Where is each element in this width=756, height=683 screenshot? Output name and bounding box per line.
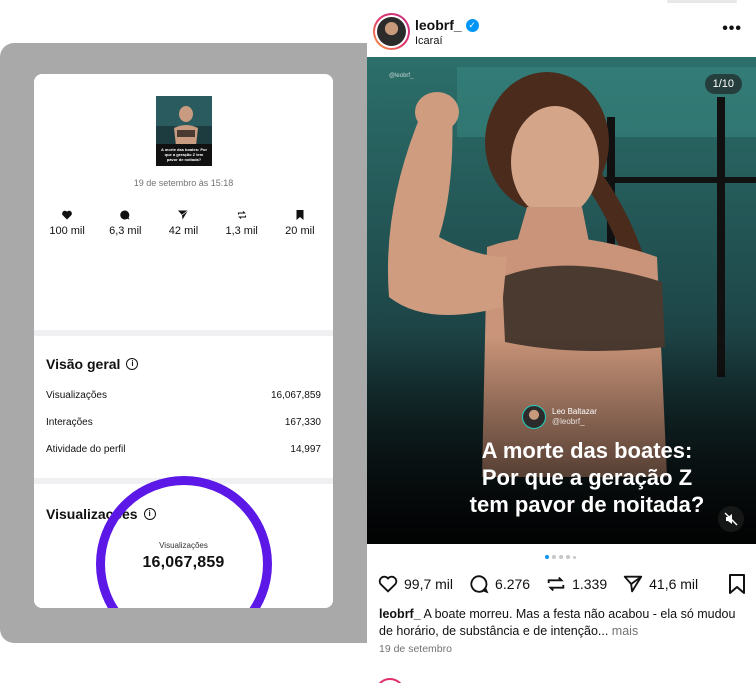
heart-icon bbox=[378, 575, 398, 593]
next-post-avatar[interactable] bbox=[375, 678, 405, 683]
heart-icon bbox=[62, 210, 72, 220]
overview-card: Visão geral i Visualizações 16,067,859 I… bbox=[34, 336, 333, 478]
stat-reposts: 1,3 mil bbox=[213, 209, 271, 237]
creator-avatar bbox=[522, 405, 546, 429]
avatar[interactable] bbox=[373, 13, 410, 50]
stat-reposts-value: 1,3 mil bbox=[225, 225, 258, 237]
carousel-dot bbox=[559, 555, 563, 559]
verified-badge-icon: ✓ bbox=[465, 18, 479, 32]
stat-saves: 20 mil bbox=[271, 209, 329, 237]
carousel-dot bbox=[573, 555, 576, 559]
creator-handle: @leobrf_ bbox=[552, 417, 585, 426]
speaker-muted-icon bbox=[724, 512, 738, 526]
like-count: 99,7 mil bbox=[404, 576, 454, 592]
action-bar: 99,7 mil 6.276 1.339 41,6 mil bbox=[377, 571, 747, 597]
headline-line: A morte das boates: bbox=[481, 438, 693, 463]
post-summary-card: A morte das boates: Por que a geração Z … bbox=[34, 74, 333, 330]
mute-button[interactable] bbox=[718, 506, 744, 532]
donut-label: Visualizações bbox=[159, 541, 208, 550]
username[interactable]: leobrf_ ✓ bbox=[415, 17, 479, 33]
repost-button[interactable]: 1.339 bbox=[545, 573, 607, 595]
bookmark-icon bbox=[296, 210, 304, 220]
overview-row-value: 16,067,859 bbox=[270, 390, 321, 401]
post-location[interactable]: Icaraí bbox=[415, 35, 443, 47]
stat-shares-value: 42 mil bbox=[168, 225, 199, 237]
insights-panel[interactable]: A morte das boates: Por que a geração Z … bbox=[34, 74, 333, 608]
thumbnail-caption: A morte das boates: Por que a geração Z … bbox=[160, 147, 208, 162]
post-date: 19 de setembro bbox=[379, 643, 452, 655]
overview-row-profile-activity[interactable]: Atividade do perfil 14,997 bbox=[46, 444, 321, 455]
headline-line: tem pavor de noitada? bbox=[469, 492, 705, 517]
overview-row-value: 14,997 bbox=[290, 444, 321, 455]
username-text: leobrf_ bbox=[415, 17, 462, 33]
save-button[interactable] bbox=[727, 573, 747, 600]
creator-tag[interactable]: Leo Baltazar @leobrf_ bbox=[522, 405, 597, 429]
like-button[interactable]: 99,7 mil bbox=[377, 573, 453, 595]
overview-title-text: Visão geral bbox=[46, 356, 121, 372]
watermark-left: @leobrf_ bbox=[389, 73, 414, 79]
repost-count: 1.339 bbox=[572, 576, 608, 592]
send-icon bbox=[623, 575, 643, 593]
donut-value: 16,067,859 bbox=[142, 554, 225, 571]
engagement-stats: 100 mil 6,3 mil 42 mil 1,3 mil 20 mil bbox=[34, 209, 333, 237]
share-button[interactable]: 41,6 mil bbox=[622, 573, 698, 595]
caption-more-link[interactable]: mais bbox=[608, 624, 638, 638]
carousel-dots bbox=[545, 555, 576, 559]
creator-name: Leo Baltazar bbox=[552, 407, 597, 416]
overview-row-interactions[interactable]: Interações 167,330 bbox=[46, 417, 321, 428]
overview-row-label: Atividade do perfil bbox=[46, 444, 126, 455]
post-thumbnail[interactable]: A morte das boates: Por que a geração Z … bbox=[156, 96, 212, 166]
comment-count: 6.276 bbox=[495, 576, 531, 592]
overview-row-label: Interações bbox=[46, 417, 93, 428]
carousel-dot bbox=[552, 555, 556, 559]
carousel-dot bbox=[566, 555, 570, 559]
share-count: 41,6 mil bbox=[649, 576, 699, 592]
screenshot-composite: A morte das boates: Por que a geração Z … bbox=[0, 0, 756, 683]
comment-button[interactable]: 6.276 bbox=[468, 573, 530, 595]
stat-comments: 6,3 mil bbox=[96, 209, 154, 237]
bookmark-icon bbox=[729, 574, 745, 594]
caption-text: A boate morreu. Mas a festa não acabou -… bbox=[379, 607, 736, 638]
headline-line: Por que a geração Z bbox=[481, 465, 693, 490]
overview-title: Visão geral i bbox=[46, 356, 139, 372]
stat-likes-value: 100 mil bbox=[49, 225, 85, 237]
post-caption: leobrf_ A boate morreu. Mas a festa não … bbox=[379, 606, 749, 640]
info-icon[interactable]: i bbox=[126, 358, 139, 370]
post-media[interactable]: @leobrf_ 1/10 Leo Baltazar @leobrf_ A mo… bbox=[367, 57, 756, 544]
overview-row-views[interactable]: Visualizações 16,067,859 bbox=[46, 390, 321, 401]
more-options-icon[interactable]: ••• bbox=[722, 20, 742, 38]
repost-icon bbox=[237, 211, 246, 219]
comment-icon bbox=[470, 575, 489, 594]
top-divider bbox=[667, 0, 737, 3]
stat-comments-value: 6,3 mil bbox=[109, 225, 142, 237]
comment-icon bbox=[120, 210, 130, 220]
carousel-dot bbox=[545, 555, 549, 559]
carousel-counter: 1/10 bbox=[704, 74, 742, 94]
caption-username[interactable]: leobrf_ bbox=[379, 607, 421, 621]
post-header: leobrf_ ✓ Icaraí ••• bbox=[367, 10, 756, 56]
overview-row-value: 167,330 bbox=[284, 417, 321, 428]
post-timestamp: 19 de setembro às 15:18 bbox=[133, 178, 234, 188]
stat-shares: 42 mil bbox=[154, 209, 212, 237]
instagram-post: leobrf_ ✓ Icaraí ••• @leobrf_ 1/10 Leo B… bbox=[367, 0, 756, 683]
repost-icon bbox=[547, 576, 565, 592]
post-headline: A morte das boates: Por que a geração Z … bbox=[427, 437, 747, 518]
stat-likes: 100 mil bbox=[38, 209, 96, 237]
overview-row-label: Visualizações bbox=[46, 390, 107, 401]
send-icon bbox=[178, 210, 189, 220]
stat-saves-value: 20 mil bbox=[285, 225, 315, 237]
